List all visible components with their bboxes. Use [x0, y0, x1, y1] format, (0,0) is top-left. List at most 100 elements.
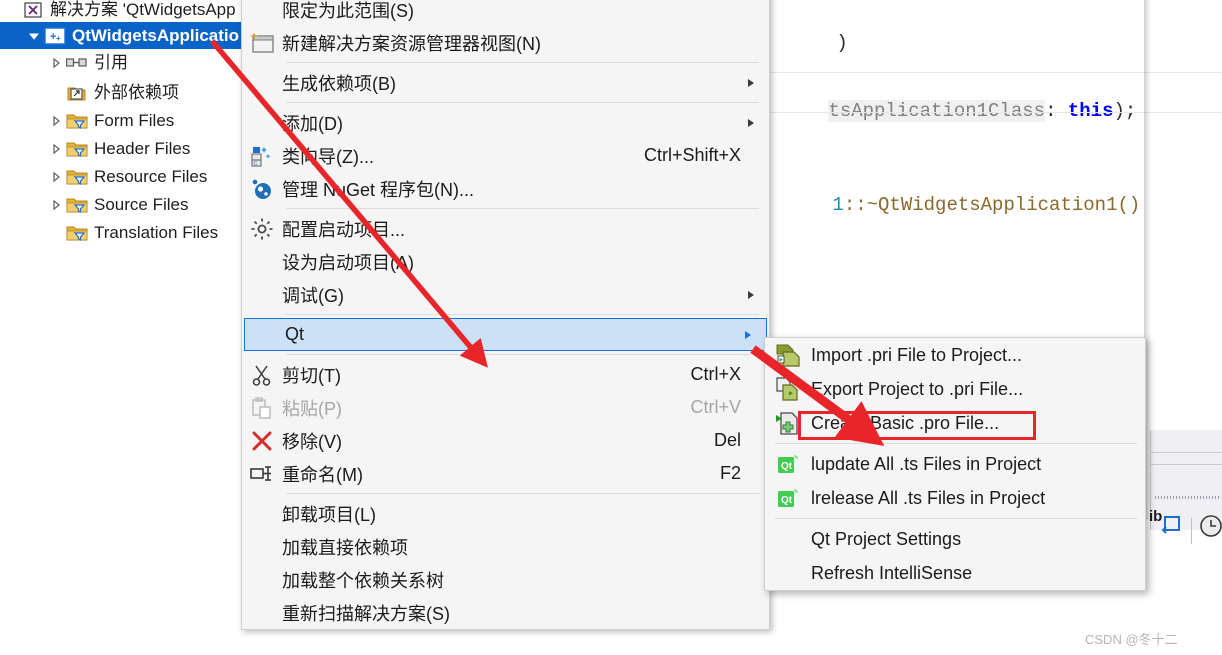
menu-item[interactable]: 添加(D): [242, 106, 769, 139]
expander-placeholder: [48, 225, 64, 241]
editor-token-param: tsApplication1Class: [828, 100, 1046, 122]
menu-item-label: 配置启动项目...: [282, 219, 406, 240]
menu-item-shortcut: Ctrl+V: [690, 397, 741, 417]
submenu-item-icon-slot: [765, 409, 811, 437]
menu-item[interactable]: 加载整个依赖关系树: [242, 563, 769, 596]
submenu-arrow-icon: [741, 289, 761, 301]
editor-token-destructor: ::~QtWidgetsApplication1(): [843, 194, 1141, 216]
menu-item-icon-slot: [242, 215, 282, 243]
menu-separator: [286, 208, 759, 209]
solution-explorer-panel[interactable]: 解决方案 'QtWidgetsApp + + QtWidgetsApplicatio 引…: [0, 0, 267, 655]
submenu-item-label: Create Basic .pro File...: [811, 412, 1000, 433]
menu-item-label: 添加(D): [282, 113, 343, 134]
paste-icon: [252, 396, 271, 419]
expander-toggle[interactable]: [48, 55, 64, 71]
menu-item[interactable]: 重新扫描解决方案(S): [242, 596, 769, 629]
tree-node-icon-slot: [66, 139, 88, 159]
menu-item[interactable]: Qt: [244, 318, 767, 351]
submenu-item[interactable]: Refresh IntelliSense: [765, 556, 1145, 590]
menu-item-label: 类向导(Z)...: [282, 146, 374, 167]
menu-item-icon-slot: [242, 394, 282, 422]
menu-separator: [286, 314, 759, 315]
submenu-item-label: Export Project to .pri File...: [811, 378, 1024, 399]
menu-item[interactable]: 新建解决方案资源管理器视图(N): [242, 26, 769, 59]
submenu-item-icon-slot: Qt: [765, 450, 811, 478]
filter-folder-icon: [66, 226, 88, 241]
chevron-right-icon[interactable]: [50, 115, 62, 127]
remove-icon: [252, 431, 272, 450]
chevron-right-icon[interactable]: [50, 57, 62, 69]
submenu-item[interactable]: Qt lrelease All .ts Files in Project: [765, 481, 1145, 515]
tree-node[interactable]: + + QtWidgetsApplicatio: [0, 22, 267, 49]
menu-item-label: 重新扫描解决方案(S): [282, 603, 450, 624]
menu-item[interactable]: C 类向导(Z)... Ctrl+Shift+X: [242, 139, 769, 172]
expander-toggle[interactable]: [48, 169, 64, 185]
submenu-item[interactable]: Qt lupdate All .ts Files in Project: [765, 447, 1145, 481]
menu-item-icon-slot: [242, 361, 282, 389]
menu-item[interactable]: 重命名(M) F2: [242, 457, 769, 490]
tree-node-label: Source Files: [94, 194, 189, 214]
menu-item[interactable]: 调试(G): [242, 278, 769, 311]
menu-item-icon-slot: [242, 29, 282, 57]
menu-item[interactable]: 配置启动项目...: [242, 212, 769, 245]
menu-item[interactable]: 管理 NuGet 程序包(N)...: [242, 172, 769, 205]
go-to-definition-icon[interactable]: [1159, 514, 1183, 536]
chevron-right-icon[interactable]: [50, 171, 62, 183]
right-docked-panel[interactable]: ib: [1149, 430, 1222, 544]
panel-rule-1: [1151, 452, 1222, 453]
chevron-right-icon[interactable]: [50, 199, 62, 211]
menu-item-label: 加载直接依赖项: [282, 537, 408, 558]
menu-item-icon-slot: [242, 566, 282, 594]
menu-item[interactable]: 卸载项目(L): [242, 497, 769, 530]
menu-item[interactable]: 加载直接依赖项: [242, 530, 769, 563]
tree-node-icon-slot: [22, 0, 44, 20]
expander-toggle[interactable]: [26, 28, 42, 44]
tree-node-icon-slot: [66, 83, 88, 103]
menu-separator: [286, 354, 759, 355]
project-context-menu[interactable]: 限定为此范围(S) 新建解决方案资源管理器视图(N) 生成依赖项(B) 添加(D) C 类…: [241, 0, 770, 630]
menu-item[interactable]: 剪切(T) Ctrl+X: [242, 358, 769, 391]
submenu-item[interactable]: Export Project to .pri File...: [765, 372, 1145, 406]
menu-item-label: 管理 NuGet 程序包(N)...: [282, 179, 475, 200]
submenu-arrow-icon: [741, 77, 761, 89]
editor-region-divider-bottom: [760, 112, 1222, 113]
qt-submenu[interactable]: Import .pri File to Project... Export Pro…: [764, 337, 1146, 591]
tree-node-label: Header Files: [94, 138, 191, 158]
clock-icon[interactable]: [1199, 514, 1222, 538]
submenu-item[interactable]: Import .pri File to Project...: [765, 338, 1145, 372]
menu-item-label: 生成依赖项(B): [282, 73, 396, 94]
chevron-right-icon[interactable]: [50, 143, 62, 155]
menu-item-shortcut: Ctrl+Shift+X: [643, 145, 741, 165]
filter-folder-icon: [66, 198, 88, 213]
menu-item[interactable]: 移除(V) Del: [242, 424, 769, 457]
menu-item-icon-slot: [242, 500, 282, 528]
expander-toggle[interactable]: [48, 197, 64, 213]
references-icon: [66, 57, 87, 67]
submenu-item-label: Qt Project Settings: [811, 528, 962, 549]
submenu-item-label: Refresh IntelliSense: [811, 562, 973, 583]
tree-node[interactable]: 解决方案 'QtWidgetsApp: [0, 0, 245, 23]
menu-separator: [286, 102, 759, 103]
editor-line-signature: tsApplication1Class: this);: [760, 78, 1136, 144]
menu-item-icon-slot: [242, 460, 282, 488]
submenu-item[interactable]: Create Basic .pro File...: [765, 406, 1145, 440]
cut-icon: [252, 365, 271, 386]
panel-divider: [1191, 518, 1192, 544]
menu-item[interactable]: 生成依赖项(B): [242, 66, 769, 99]
menu-item-label: 新建解决方案资源管理器视图(N): [282, 33, 541, 54]
submenu-item[interactable]: Qt Project Settings: [765, 522, 1145, 556]
tree-node-label: Resource Files: [94, 166, 208, 186]
menu-item-icon-slot: [242, 175, 282, 203]
expander-toggle[interactable]: [48, 113, 64, 129]
editor-token-colon: :: [1045, 100, 1068, 122]
chevron-down-icon[interactable]: [28, 30, 40, 42]
expander-placeholder: [48, 85, 64, 101]
submenu-item-icon-slot: [765, 525, 811, 553]
menu-item-label: 调试(G): [282, 285, 344, 306]
menu-item[interactable]: 设为启动项目(A): [242, 245, 769, 278]
expander-toggle[interactable]: [48, 141, 64, 157]
panel-rule-2: [1151, 464, 1222, 465]
menu-item[interactable]: 限定为此范围(S): [242, 0, 769, 26]
submenu-arrow-icon: [741, 117, 761, 129]
menu-item-shortcut: Del: [713, 430, 741, 450]
